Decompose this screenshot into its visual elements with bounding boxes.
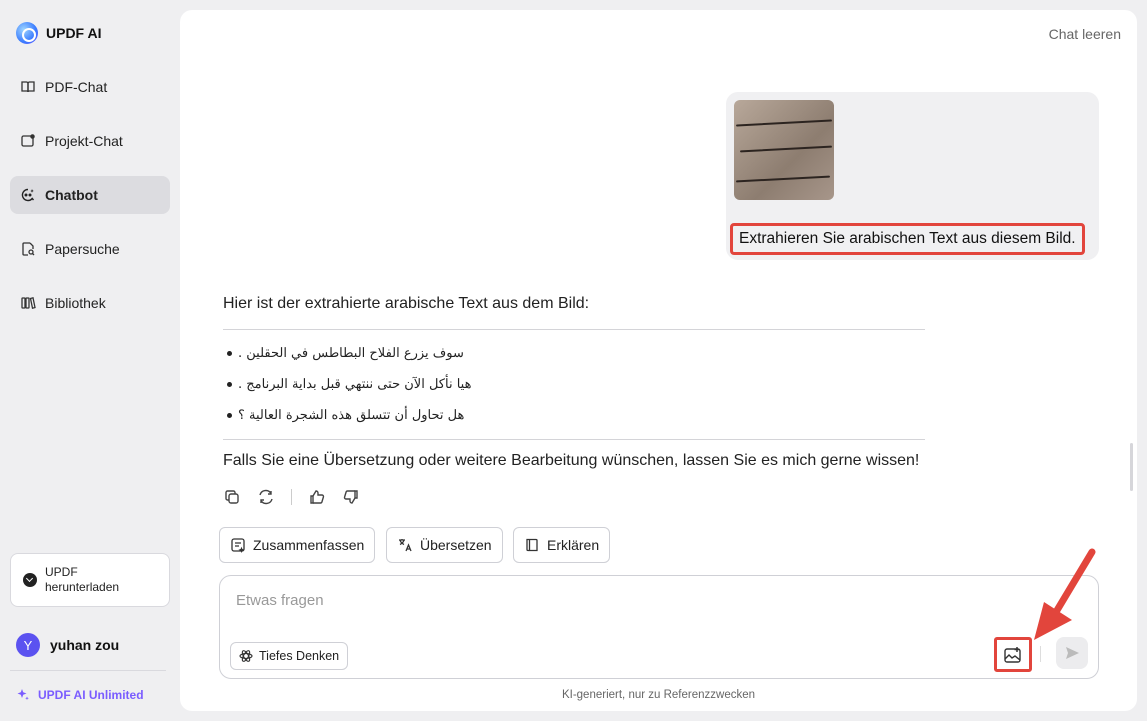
quick-action-label: Erklären [547, 537, 600, 553]
updf-logo-icon [16, 22, 38, 44]
separator [291, 489, 292, 505]
arabic-text-list: سوف يزرع الفلاح البطاطس في الحقلين . هيا… [223, 330, 925, 439]
assistant-answer: Hier ist der extrahierte arabische Text … [223, 295, 925, 470]
separator [1040, 646, 1041, 662]
message-composer: Tiefes Denken [219, 575, 1099, 679]
download-label: UPDF herunterladen [45, 565, 120, 594]
download-updf-button[interactable]: UPDF herunterladen [10, 553, 170, 607]
answer-intro: Hier ist der extrahierte arabische Text … [223, 295, 590, 312]
translate-icon [399, 539, 412, 552]
message-input[interactable] [236, 592, 936, 609]
library-icon [21, 296, 36, 310]
answer-actions [223, 488, 360, 506]
regenerate-icon[interactable] [257, 488, 275, 506]
user-name: yuhan zou [50, 637, 120, 653]
sidebar-nav: PDF-Chat Projekt-Chat Chatbot Papersuche… [10, 68, 170, 338]
user-message-text: Extrahieren Sie arabischen Text aus dies… [730, 223, 1085, 255]
chatbot-icon [21, 188, 35, 202]
chat-panel: Chat leeren Extrahieren Sie arabischen T… [180, 10, 1137, 711]
download-icon [23, 573, 37, 587]
sidebar-item-pdf-chat[interactable]: PDF-Chat [10, 68, 170, 106]
explain-icon [526, 538, 538, 552]
sidebar-item-label: Bibliothek [45, 295, 106, 311]
brand-name: UPDF AI [46, 25, 102, 41]
list-item: هيا نأكل الآن حتى ننتهي قبل بداية البرنا… [223, 369, 925, 400]
translate-button[interactable]: Übersetzen [386, 527, 503, 563]
sidebar-item-chatbot[interactable]: Chatbot [10, 176, 170, 214]
explain-button[interactable]: Erklären [513, 527, 611, 563]
annotation-arrow-icon [1034, 548, 1096, 640]
sidebar-item-projekt-chat[interactable]: Projekt-Chat [10, 122, 170, 160]
unlimited-label: UPDF AI Unlimited [38, 688, 144, 702]
arabic-line: هل تحاول أن تتسلق هذه الشجرة العالية ؟ [238, 408, 465, 423]
avatar: Y [16, 633, 40, 657]
deep-think-label: Tiefes Denken [259, 649, 340, 663]
folder-chat-icon [21, 134, 35, 147]
scrollbar[interactable] [1130, 443, 1133, 491]
brand[interactable]: UPDF AI [16, 22, 101, 44]
clear-chat-button[interactable]: Chat leeren [1049, 26, 1121, 42]
upgrade-unlimited-link[interactable]: UPDF AI Unlimited [16, 688, 144, 702]
image-upload-button[interactable] [994, 637, 1032, 672]
answer-outro: Falls Sie eine Übersetzung oder weitere … [223, 452, 920, 469]
user-profile[interactable]: Y yuhan zou [16, 633, 119, 657]
sidebar-item-label: Projekt-Chat [45, 133, 123, 149]
paper-search-icon [22, 242, 35, 256]
summarize-icon [231, 538, 245, 553]
sidebar: UPDF AI PDF-Chat Projekt-Chat Chatbot Pa… [0, 0, 180, 721]
sidebar-item-bibliothek[interactable]: Bibliothek [10, 284, 170, 322]
sparkle-icon [17, 689, 29, 701]
list-item: هل تحاول أن تتسلق هذه الشجرة العالية ؟ [223, 400, 925, 431]
sidebar-divider [10, 670, 166, 671]
list-item: سوف يزرع الفلاح البطاطس في الحقلين . [223, 338, 925, 369]
copy-icon[interactable] [223, 488, 241, 506]
divider [223, 439, 925, 440]
user-message-bubble: Extrahieren Sie arabischen Text aus dies… [726, 92, 1099, 260]
ai-disclaimer: KI-generiert, nur zu Referenzzwecken [561, 689, 756, 701]
thumbs-up-icon[interactable] [308, 488, 326, 506]
quick-action-label: Übersetzen [420, 537, 492, 553]
uploaded-image-thumbnail[interactable] [734, 100, 834, 200]
arabic-line: هيا نأكل الآن حتى ننتهي قبل بداية البرنا… [238, 377, 472, 392]
image-add-icon [1004, 646, 1021, 663]
thumbs-down-icon[interactable] [342, 488, 360, 506]
sidebar-item-label: Chatbot [45, 187, 98, 203]
sidebar-item-label: PDF-Chat [45, 79, 108, 95]
sidebar-item-papersuche[interactable]: Papersuche [10, 230, 170, 268]
summarize-button[interactable]: Zusammenfassen [219, 527, 376, 563]
arabic-line: سوف يزرع الفلاح البطاطس في الحقلين . [238, 346, 464, 361]
book-open-icon [21, 81, 35, 93]
sidebar-item-label: Papersuche [45, 241, 120, 257]
atom-icon [239, 650, 253, 662]
quick-action-label: Zusammenfassen [253, 537, 365, 553]
deep-think-toggle[interactable]: Tiefes Denken [230, 642, 349, 670]
